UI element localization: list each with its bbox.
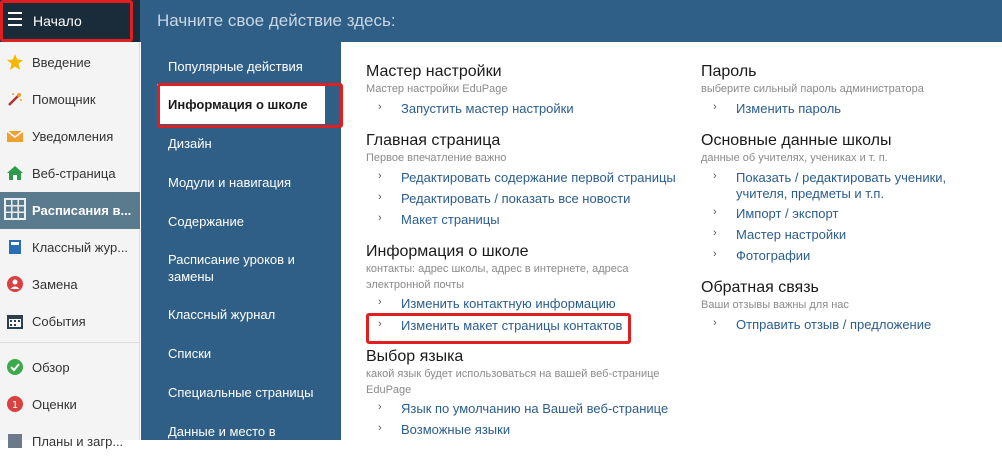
person-icon (7, 276, 23, 292)
sidebar-item-intro[interactable]: Введение (0, 44, 140, 81)
section-subtitle: выберите сильный пароль администратора (701, 83, 924, 95)
svg-text:1: 1 (12, 400, 18, 411)
sidebar-item-label: Планы и загр... (32, 434, 124, 449)
plan-icon (8, 434, 22, 448)
chevron-right-icon: › (378, 318, 382, 330)
sidebar-item-website[interactable]: Веб-страница (0, 155, 140, 192)
nav-item-special-pages[interactable]: Специальные страницы (168, 384, 328, 401)
nav-item-modules[interactable]: Модули и навигация (168, 174, 328, 191)
chevron-right-icon: › (378, 401, 382, 413)
sidebar-divider (0, 342, 140, 343)
star-icon (7, 54, 23, 70)
nav-item-data[interactable]: Данные и место в (168, 423, 328, 440)
hamburger-icon (8, 12, 22, 30)
section-title: Выбор языка (366, 348, 464, 365)
link-send-feedback[interactable]: Отправить отзыв / предложение (736, 317, 931, 333)
check-circle-icon (7, 359, 23, 375)
chevron-right-icon: › (713, 170, 717, 182)
section-title: Основные данные школы (701, 132, 892, 149)
chevron-right-icon: › (713, 227, 717, 239)
chevron-right-icon: › (713, 206, 717, 218)
chevron-right-icon: › (378, 212, 382, 224)
nav-item-popular[interactable]: Популярные действия (168, 58, 328, 75)
sidebar-item-label: Уведомления (32, 129, 114, 144)
home-label: Начало (33, 13, 82, 29)
sidebar-item-label: Веб-страница (32, 166, 116, 181)
sidebar-item-grades[interactable]: 1 Оценки (0, 386, 140, 423)
link-photos[interactable]: Фотографии (736, 248, 810, 264)
grades-icon: 1 (7, 396, 23, 412)
sidebar-item-label: Замена (32, 277, 78, 292)
sidebar-item-label: События (32, 314, 86, 329)
chevron-right-icon: › (378, 191, 382, 203)
chevron-right-icon: › (378, 101, 382, 113)
sidebar-item-assistant[interactable]: Помощник (0, 81, 140, 118)
section-subtitle: Первое впечатление важно (366, 152, 507, 164)
link-languages[interactable]: Возможные языки (401, 422, 510, 438)
section-title: Информация о школе (366, 243, 529, 260)
link-show-edit-people[interactable]: Показать / редактировать ученики, учител… (736, 170, 986, 202)
sidebar-item-label: Помощник (32, 92, 96, 107)
link-edit-front-page[interactable]: Редактировать содержание первой страницы (401, 170, 676, 186)
sidebar-item-substitution[interactable]: Замена (0, 266, 140, 303)
sidebar-item-plans[interactable]: Планы и загр... (0, 423, 140, 460)
sidebar-item-events[interactable]: События (0, 303, 140, 340)
section-subtitle: какой язык будет использоваться на вашей… (366, 368, 660, 396)
sidebar-item-label: Обзор (32, 360, 70, 375)
home-menu-button[interactable]: Начало (0, 0, 140, 42)
link-setup-wizard[interactable]: Мастер настройки (736, 227, 846, 243)
sidebar-item-overview[interactable]: Обзор (0, 349, 140, 386)
sidebar: Введение Помощник Уведомления Веб-страни… (0, 42, 140, 449)
link-page-layout[interactable]: Макет страницы (401, 212, 500, 228)
section-subtitle: контакты: адрес школы, адрес в интернете… (366, 263, 629, 291)
section-title: Пароль (701, 63, 757, 80)
chevron-right-icon: › (378, 170, 382, 182)
link-contact-layout[interactable]: Изменить макет страницы контактов (401, 318, 622, 334)
sidebar-item-label: Классный жур... (32, 240, 129, 255)
chevron-right-icon: › (378, 422, 382, 434)
settings-nav: Популярные действия Информация о школе Д… (141, 42, 341, 440)
section-title: Мастер настройки (366, 63, 502, 80)
sidebar-item-label: Оценки (32, 397, 77, 412)
nav-item-design[interactable]: Дизайн (168, 135, 328, 152)
nav-item-timetable[interactable]: Расписание уроков и замены (168, 251, 308, 285)
book-icon (9, 240, 21, 254)
chevron-right-icon: › (713, 248, 717, 260)
chevron-right-icon: › (713, 317, 717, 329)
sidebar-item-schedules[interactable]: Расписания в... (0, 192, 140, 229)
link-import-export[interactable]: Импорт / экспорт (736, 206, 838, 222)
sidebar-item-label: Расписания в... (32, 203, 132, 218)
nav-item-content[interactable]: Содержание (168, 213, 328, 230)
sidebar-item-label: Введение (32, 55, 91, 70)
section-title: Главная страница (366, 132, 501, 149)
sidebar-item-notifications[interactable]: Уведомления (0, 118, 140, 155)
link-change-password[interactable]: Изменить пароль (736, 101, 841, 117)
sidebar-item-class-journal[interactable]: Классный жур... (0, 229, 140, 266)
link-run-wizard[interactable]: Запустить мастер настройки (401, 101, 574, 117)
nav-item-lists[interactable]: Списки (168, 345, 328, 362)
section-subtitle: Ваши отзывы важны для нас (701, 299, 849, 311)
link-default-language[interactable]: Язык по умолчанию на Вашей веб-странице (401, 401, 668, 417)
calendar-icon (7, 315, 23, 329)
page-prompt: Начните свое действие здесь: (157, 11, 396, 30)
top-bar: Начало Начните свое действие здесь: (0, 0, 1002, 42)
chevron-right-icon: › (378, 296, 382, 308)
nav-item-class-journal[interactable]: Классный журнал (168, 306, 328, 323)
link-edit-news[interactable]: Редактировать / показать все новости (401, 191, 630, 207)
chevron-right-icon: › (713, 101, 717, 113)
grid-icon (4, 198, 26, 220)
link-edit-contact[interactable]: Изменить контактную информацию (401, 296, 616, 312)
nav-item-school-info[interactable]: Информация о школе (168, 96, 328, 113)
section-subtitle: данные об учителях, учениках и т. п. (701, 152, 888, 164)
house-icon (7, 166, 23, 180)
section-subtitle: Мастер настройки EduPage (366, 83, 508, 95)
magic-wand-icon (8, 93, 22, 106)
envelope-icon (7, 130, 23, 142)
section-title: Обратная связь (701, 279, 819, 296)
